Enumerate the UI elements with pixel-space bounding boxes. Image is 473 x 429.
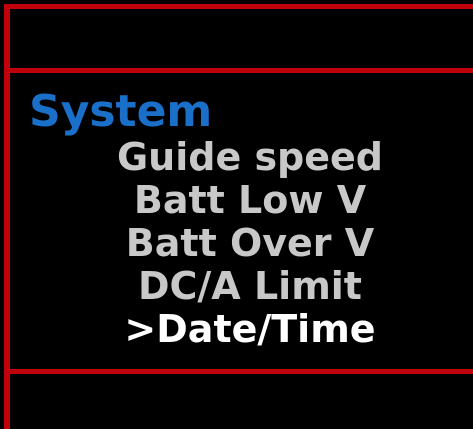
menu-item-batt-over-v[interactable]: Batt Over V — [100, 222, 400, 265]
menu-item-dc-a-limit[interactable]: DC/A Limit — [100, 265, 400, 308]
menu-item-batt-low-v[interactable]: Batt Low V — [100, 179, 400, 222]
menu-item-guide-speed[interactable]: Guide speed — [100, 136, 400, 179]
header-divider — [4, 68, 473, 73]
menu-item-date-time[interactable]: >Date/Time — [100, 308, 400, 351]
device-screen: System Guide speed Batt Low V Batt Over … — [0, 0, 473, 429]
menu-list: Guide speed Batt Low V Batt Over V DC/A … — [100, 136, 400, 351]
menu-title: System — [29, 86, 213, 137]
footer-divider — [4, 369, 473, 374]
frame-top-border — [4, 4, 473, 9]
